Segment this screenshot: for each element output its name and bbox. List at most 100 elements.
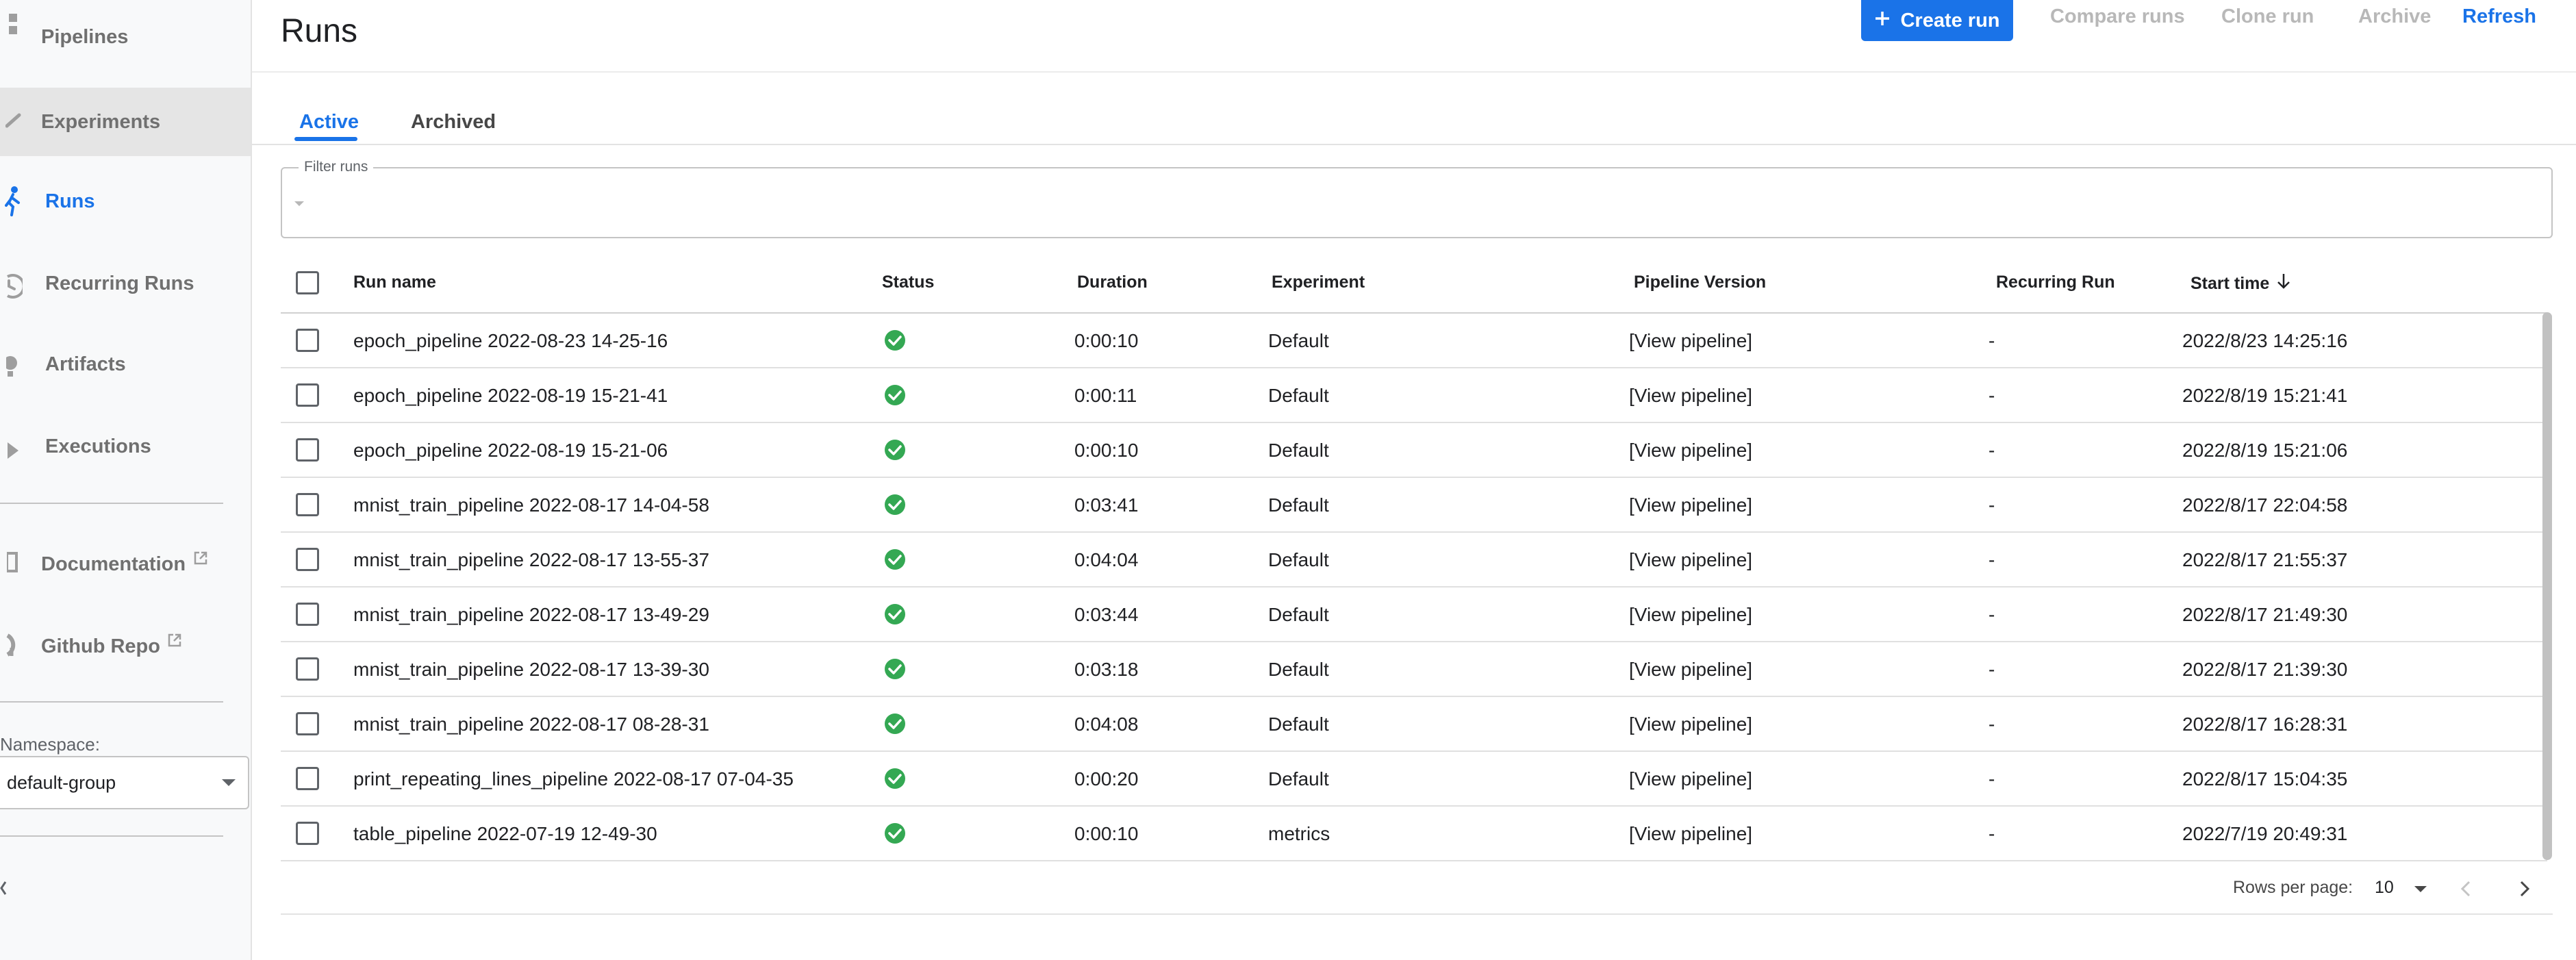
table-row[interactable]: epoch_pipeline 2022-08-19 15-21-06 0:00:… <box>281 423 2547 478</box>
column-header-pipeline-version[interactable]: Pipeline Version <box>1634 273 1766 292</box>
column-header-status[interactable]: Status <box>882 273 934 292</box>
experiment-link[interactable]: Default <box>1268 768 1329 790</box>
collapse-sidebar-icon[interactable] <box>0 878 11 898</box>
table-row[interactable]: mnist_train_pipeline 2022-08-17 13-55-37… <box>281 533 2547 588</box>
previous-page-button[interactable] <box>2454 876 2479 901</box>
create-run-button[interactable]: Create run <box>1861 0 2013 41</box>
table-row[interactable]: mnist_train_pipeline 2022-08-17 13-39-30… <box>281 642 2547 697</box>
table-scrollbar[interactable] <box>2542 312 2552 860</box>
experiment-link[interactable]: Default <box>1268 604 1329 626</box>
experiment-link[interactable]: Default <box>1268 330 1329 352</box>
compare-runs-button[interactable]: Compare runs <box>2050 5 2185 28</box>
filter-runs-input[interactable]: Filter runs <box>281 159 2553 238</box>
view-pipeline-link[interactable]: [View pipeline] <box>1629 823 1752 845</box>
view-pipeline-link[interactable]: [View pipeline] <box>1629 494 1752 516</box>
namespace-select[interactable]: default-group <box>0 756 249 809</box>
view-pipeline-link[interactable]: [View pipeline] <box>1629 549 1752 571</box>
next-page-button[interactable] <box>2512 876 2536 901</box>
view-pipeline-link[interactable]: [View pipeline] <box>1629 604 1752 626</box>
table-row[interactable]: mnist_train_pipeline 2022-08-17 08-28-31… <box>281 697 2547 752</box>
start-time-label: Start time <box>2190 274 2270 293</box>
duration-cell: 0:03:44 <box>1074 604 1139 625</box>
run-name-link[interactable]: epoch_pipeline 2022-08-19 15-21-06 <box>353 440 668 462</box>
table-bottom-divider <box>281 913 2553 915</box>
run-name-link[interactable]: mnist_train_pipeline 2022-08-17 13-55-37 <box>353 549 709 571</box>
sidebar-item-label: Recurring Runs <box>45 273 194 294</box>
table-row[interactable]: mnist_train_pipeline 2022-08-17 13-49-29… <box>281 588 2547 642</box>
row-checkbox[interactable] <box>296 438 319 462</box>
view-pipeline-link[interactable]: [View pipeline] <box>1629 659 1752 681</box>
experiment-link[interactable]: metrics <box>1268 823 1330 845</box>
run-name-link[interactable]: mnist_train_pipeline 2022-08-17 13-49-29 <box>353 604 709 626</box>
tab-active[interactable]: Active <box>299 111 359 134</box>
row-checkbox[interactable] <box>296 329 319 352</box>
run-name-link[interactable]: table_pipeline 2022-07-19 12-49-30 <box>353 823 657 845</box>
sidebar-item-artifacts[interactable]: Artifacts <box>0 327 251 408</box>
sidebar-item-pipelines[interactable]: Pipelines <box>0 0 251 81</box>
sidebar-item-experiments[interactable]: Experiments <box>0 88 251 156</box>
row-checkbox[interactable] <box>296 767 319 790</box>
view-pipeline-link[interactable]: [View pipeline] <box>1629 768 1752 790</box>
view-pipeline-link[interactable]: [View pipeline] <box>1629 385 1752 407</box>
run-name-link[interactable]: print_repeating_lines_pipeline 2022-08-1… <box>353 768 794 790</box>
start-time-cell: 2022/8/17 21:49:30 <box>2182 604 2348 625</box>
row-checkbox[interactable] <box>296 548 319 571</box>
tab-archived[interactable]: Archived <box>411 111 496 134</box>
rows-per-page-select[interactable]: 10 <box>2375 878 2394 898</box>
success-status-icon <box>883 383 907 407</box>
sidebar-item-label: Pipelines <box>41 26 129 48</box>
view-pipeline-link[interactable]: [View pipeline] <box>1629 330 1752 352</box>
row-checkbox[interactable] <box>296 712 319 735</box>
experiment-link[interactable]: Default <box>1268 659 1329 681</box>
sidebar-item-label: Experiments <box>41 111 161 133</box>
experiment-link[interactable]: Default <box>1268 713 1329 735</box>
row-checkbox[interactable] <box>296 657 319 681</box>
caret-down-icon[interactable] <box>2414 886 2427 892</box>
sidebar-divider <box>0 835 223 837</box>
run-name-link[interactable]: epoch_pipeline 2022-08-19 15-21-41 <box>353 385 668 407</box>
column-header-experiment[interactable]: Experiment <box>1272 273 1365 292</box>
table-row[interactable]: table_pipeline 2022-07-19 12-49-30 0:00:… <box>281 807 2547 861</box>
sidebar-item-github-repo[interactable]: Github Repo <box>0 607 251 687</box>
filter-runs-label: Filter runs <box>299 159 374 175</box>
run-name-link[interactable]: mnist_train_pipeline 2022-08-17 14-04-58 <box>353 494 709 516</box>
sidebar-item-recurring-runs[interactable]: Recurring Runs <box>0 247 251 327</box>
start-time-cell: 2022/7/19 20:49:31 <box>2182 823 2348 844</box>
experiment-link[interactable]: Default <box>1268 385 1329 407</box>
recurring-run-cell: - <box>1988 768 1995 790</box>
table-row[interactable]: epoch_pipeline 2022-08-19 15-21-41 0:00:… <box>281 368 2547 423</box>
sidebar-item-runs[interactable]: Runs <box>0 164 251 245</box>
sidebar-item-executions[interactable]: Executions <box>0 409 251 490</box>
sidebar: Pipelines Experiments Runs Recurring Run… <box>0 0 252 960</box>
row-checkbox[interactable] <box>296 603 319 626</box>
sort-arrow-down-icon <box>2276 273 2291 295</box>
experiment-link[interactable]: Default <box>1268 440 1329 462</box>
archive-button[interactable]: Archive <box>2358 5 2431 28</box>
row-checkbox[interactable] <box>296 493 319 516</box>
refresh-button[interactable]: Refresh <box>2462 5 2536 28</box>
row-checkbox[interactable] <box>296 383 319 407</box>
run-name-link[interactable]: mnist_train_pipeline 2022-08-17 08-28-31 <box>353 713 709 735</box>
sidebar-item-documentation[interactable]: Documentation <box>0 525 251 605</box>
row-checkbox[interactable] <box>296 822 319 845</box>
recurring-run-cell: - <box>1988 659 1995 680</box>
run-name-link[interactable]: epoch_pipeline 2022-08-23 14-25-16 <box>353 330 668 352</box>
clone-run-button[interactable]: Clone run <box>2221 5 2314 28</box>
experiment-link[interactable]: Default <box>1268 549 1329 571</box>
table-row[interactable]: epoch_pipeline 2022-08-23 14-25-16 0:00:… <box>281 314 2547 368</box>
view-pipeline-link[interactable]: [View pipeline] <box>1629 713 1752 735</box>
success-status-icon <box>883 548 907 571</box>
duration-cell: 0:00:10 <box>1074 330 1139 351</box>
experiment-link[interactable]: Default <box>1268 494 1329 516</box>
column-header-run-name[interactable]: Run name <box>353 273 436 292</box>
start-time-cell: 2022/8/17 16:28:31 <box>2182 713 2348 735</box>
run-name-link[interactable]: mnist_train_pipeline 2022-08-17 13-39-30 <box>353 659 709 681</box>
column-header-recurring-run[interactable]: Recurring Run <box>1996 273 2115 292</box>
column-header-duration[interactable]: Duration <box>1077 273 1148 292</box>
table-row[interactable]: mnist_train_pipeline 2022-08-17 14-04-58… <box>281 478 2547 533</box>
select-all-checkbox[interactable] <box>296 271 319 294</box>
column-header-start-time[interactable]: Start time <box>2190 273 2291 295</box>
table-row[interactable]: print_repeating_lines_pipeline 2022-08-1… <box>281 752 2547 807</box>
success-status-icon <box>883 329 907 352</box>
view-pipeline-link[interactable]: [View pipeline] <box>1629 440 1752 462</box>
